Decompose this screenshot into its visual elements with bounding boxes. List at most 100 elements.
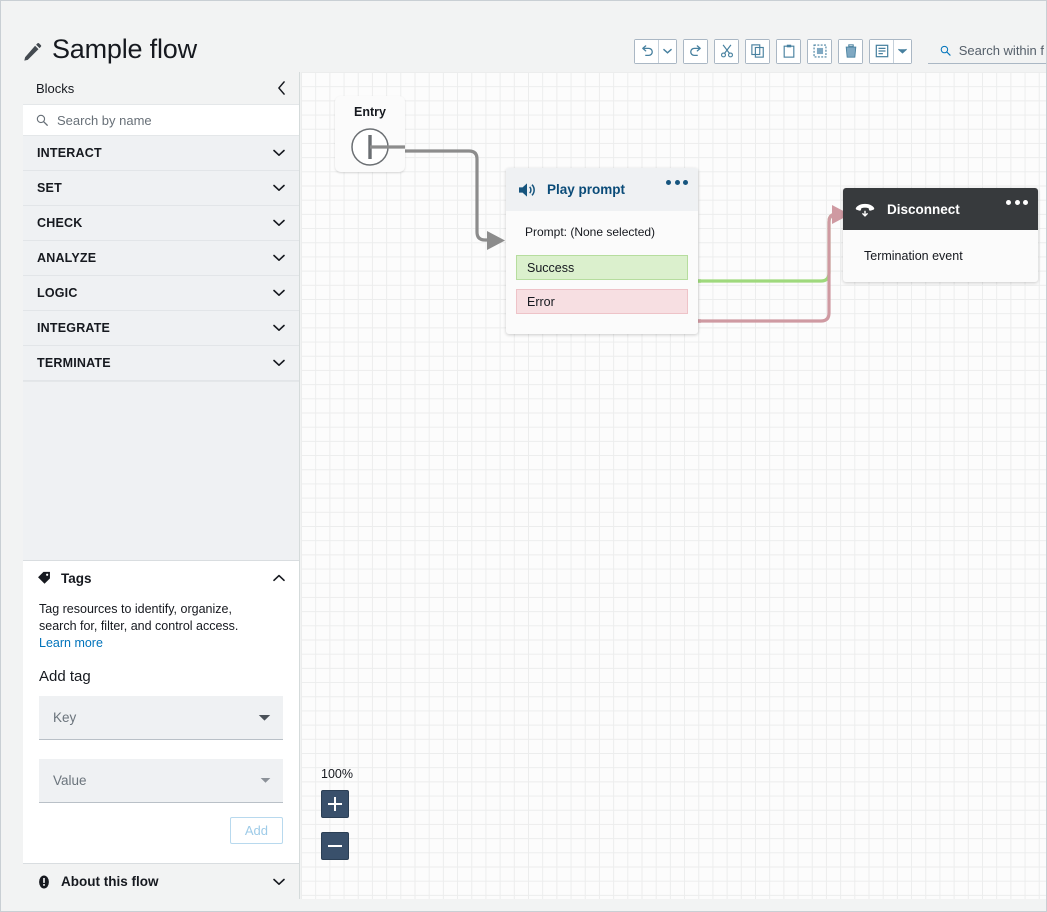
port-label: Error xyxy=(527,295,555,309)
play-prompt-more-options-icon[interactable] xyxy=(666,180,688,185)
block-search-input[interactable]: Search by name xyxy=(23,105,299,136)
undo-icon xyxy=(640,44,654,58)
add-tag-actions: Add xyxy=(23,803,299,844)
blocks-panel-header: Blocks xyxy=(23,72,299,105)
play-prompt-port-error[interactable]: Error xyxy=(516,289,688,314)
chevron-down-icon xyxy=(273,324,285,332)
add-tag-label: Add tag xyxy=(23,652,299,685)
tags-panel: Tags Tag resources to identify, organize… xyxy=(23,560,299,899)
chevron-down-icon xyxy=(273,184,285,192)
tag-icon xyxy=(37,571,51,585)
play-prompt-detail: Prompt: (None selected) xyxy=(506,225,698,239)
category-label: CHECK xyxy=(37,216,82,230)
clipboard-icon xyxy=(782,44,796,58)
copy-icon xyxy=(751,44,765,58)
notes-button[interactable] xyxy=(870,40,893,63)
blocks-panel-title: Blocks xyxy=(36,81,74,96)
app-header: Sample flow xyxy=(1,1,1047,72)
tags-description-text: Tag resources to identify, organize, sea… xyxy=(39,602,238,633)
node-play-prompt[interactable]: Play prompt Prompt: (None selected) Succ… xyxy=(506,168,698,334)
hangup-phone-icon xyxy=(855,201,875,217)
tag-key-placeholder: Key xyxy=(53,710,76,725)
flow-canvas[interactable]: Entry Play prompt Prompt: (None selected… xyxy=(301,72,1047,899)
sidebar-category-interact[interactable]: INTERACT xyxy=(23,136,299,171)
disconnect-header: Disconnect xyxy=(843,188,1038,230)
zoom-in-button[interactable] xyxy=(321,790,349,818)
notes-group xyxy=(869,39,912,64)
paste-button[interactable] xyxy=(777,40,800,63)
chevron-down-icon xyxy=(258,714,271,722)
sidebar-category-check[interactable]: CHECK xyxy=(23,206,299,241)
category-label: TERMINATE xyxy=(37,356,111,370)
play-prompt-port-success[interactable]: Success xyxy=(516,255,688,280)
speaker-icon xyxy=(518,182,536,198)
edge-error-to-disconnect xyxy=(698,214,839,321)
disconnect-title: Disconnect xyxy=(887,202,960,217)
copy-button[interactable] xyxy=(746,40,769,63)
notes-dropdown-button[interactable] xyxy=(893,40,911,63)
undo-dropdown-button[interactable] xyxy=(658,40,676,63)
chevron-down-icon xyxy=(273,254,285,262)
page-title-group: Sample flow xyxy=(23,32,197,66)
page-title: Sample flow xyxy=(52,32,197,66)
sidebar-category-set[interactable]: SET xyxy=(23,171,299,206)
tag-key-select[interactable]: Key xyxy=(39,696,283,740)
edge-entry-arrowhead xyxy=(487,231,505,250)
search-within-placeholder: Search within f xyxy=(959,43,1044,58)
scissors-icon xyxy=(720,44,734,58)
redo-icon xyxy=(689,44,703,58)
entry-port-graphic xyxy=(335,122,405,172)
undo-button[interactable] xyxy=(635,40,658,63)
tags-panel-header[interactable]: Tags xyxy=(23,561,299,595)
play-prompt-title: Play prompt xyxy=(547,182,625,197)
tags-title: Tags xyxy=(61,571,92,586)
about-header-left: About this flow xyxy=(37,874,158,889)
redo-group xyxy=(683,39,708,64)
duplicate-button[interactable] xyxy=(808,40,831,63)
chevron-left-icon[interactable] xyxy=(277,81,286,95)
tag-value-select[interactable]: Value xyxy=(39,759,283,803)
about-this-flow-header[interactable]: About this flow xyxy=(23,863,299,899)
node-disconnect[interactable]: Disconnect Termination event xyxy=(843,188,1038,282)
tags-description: Tag resources to identify, organize, sea… xyxy=(23,595,283,652)
learn-more-link[interactable]: Learn more xyxy=(39,636,103,650)
disconnect-more-options-icon[interactable] xyxy=(1006,200,1028,205)
zoom-out-button[interactable] xyxy=(321,832,349,860)
node-entry[interactable]: Entry xyxy=(335,96,405,172)
sidebar-category-analyze[interactable]: ANALYZE xyxy=(23,241,299,276)
trash-icon xyxy=(844,44,858,58)
chevron-down-icon xyxy=(273,359,285,367)
cut-group xyxy=(714,39,739,64)
paste-group xyxy=(776,39,801,64)
disconnect-detail: Termination event xyxy=(843,230,1038,282)
sidebar-category-integrate[interactable]: INTEGRATE xyxy=(23,311,299,346)
add-tag-button[interactable]: Add xyxy=(230,817,283,844)
flow-designer-app: Sample flow xyxy=(0,0,1047,912)
entry-node-label: Entry xyxy=(335,105,405,119)
search-within-flow[interactable]: Search within f xyxy=(928,38,1047,64)
sidebar-category-terminate[interactable]: TERMINATE xyxy=(23,346,299,381)
search-icon xyxy=(36,114,48,126)
tags-header-left: Tags xyxy=(37,571,92,586)
chevron-down-icon xyxy=(898,48,907,54)
editor-toolbar: Search within f xyxy=(634,38,1047,64)
chevron-down-icon[interactable] xyxy=(273,878,285,886)
chevron-down-icon xyxy=(273,149,285,157)
cut-button[interactable] xyxy=(715,40,738,63)
edge-success-to-disconnect xyxy=(698,214,839,281)
duplicate-group xyxy=(807,39,832,64)
edge-entry-to-play-prompt xyxy=(405,151,493,240)
block-category-list: INTERACT SET CHECK ANALYZE LOGIC INTEGRA… xyxy=(23,136,299,382)
blocks-sidebar: Blocks Search by name INTERACT SET CHECK xyxy=(23,72,300,899)
info-icon xyxy=(37,875,51,889)
play-prompt-header: Play prompt xyxy=(506,168,698,211)
pencil-icon xyxy=(23,43,42,62)
chevron-up-icon[interactable] xyxy=(273,574,285,582)
delete-button[interactable] xyxy=(839,40,862,63)
about-this-flow-title: About this flow xyxy=(61,874,158,889)
redo-button[interactable] xyxy=(684,40,707,63)
category-label: LOGIC xyxy=(37,286,78,300)
play-prompt-body: Prompt: (None selected) Success Error xyxy=(506,211,698,334)
undo-group xyxy=(634,39,677,64)
sidebar-category-logic[interactable]: LOGIC xyxy=(23,276,299,311)
